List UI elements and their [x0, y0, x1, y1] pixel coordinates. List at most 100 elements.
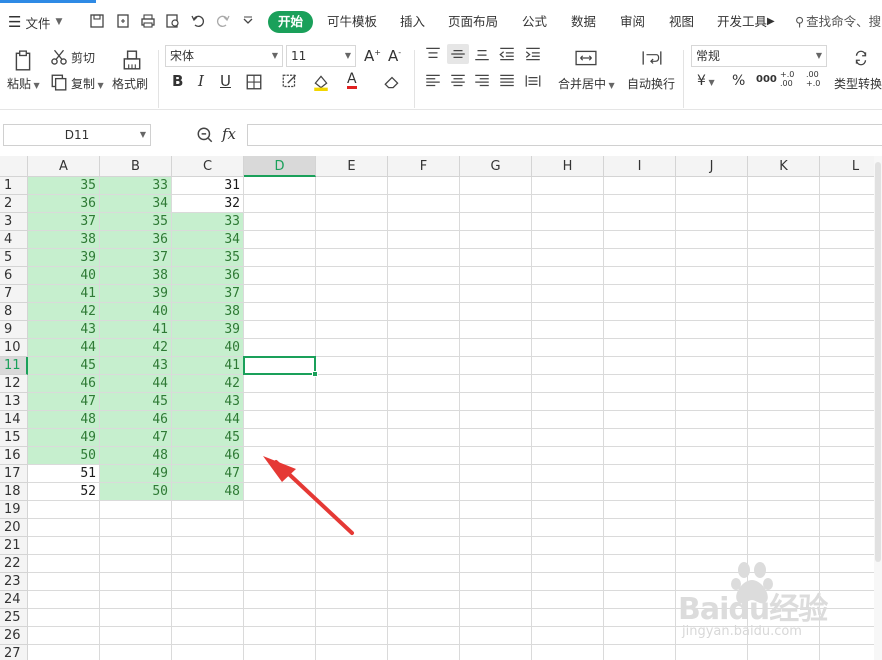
cell-a27[interactable] — [28, 645, 100, 660]
scrollbar-thumb[interactable] — [875, 162, 881, 562]
row-header-10[interactable]: 10 — [0, 339, 28, 357]
cell-f4[interactable] — [388, 231, 460, 249]
cell-d12[interactable] — [244, 375, 316, 393]
cell-h7[interactable] — [532, 285, 604, 303]
cell-a22[interactable] — [28, 555, 100, 573]
cell-l25[interactable] — [820, 609, 882, 627]
cell-i11[interactable] — [604, 357, 676, 375]
column-header-j[interactable]: J — [676, 156, 748, 177]
cell-e14[interactable] — [316, 411, 388, 429]
cell-j11[interactable] — [676, 357, 748, 375]
cell-e8[interactable] — [316, 303, 388, 321]
cell-b26[interactable] — [100, 627, 172, 645]
cell-h16[interactable] — [532, 447, 604, 465]
cell-j3[interactable] — [676, 213, 748, 231]
column-header-b[interactable]: B — [100, 156, 172, 177]
cell-d6[interactable] — [244, 267, 316, 285]
cell-d3[interactable] — [244, 213, 316, 231]
cell-f11[interactable] — [388, 357, 460, 375]
cell-l1[interactable] — [820, 177, 882, 195]
cell-g18[interactable] — [460, 483, 532, 501]
cell-c5[interactable]: 35 — [172, 249, 244, 267]
cell-f1[interactable] — [388, 177, 460, 195]
cell-k23[interactable] — [748, 573, 820, 591]
align-top-icon[interactable] — [424, 45, 442, 63]
cell-d23[interactable] — [244, 573, 316, 591]
distributed-align-icon[interactable] — [524, 72, 542, 90]
cell-b27[interactable] — [100, 645, 172, 660]
cell-b14[interactable]: 46 — [100, 411, 172, 429]
cell-l6[interactable] — [820, 267, 882, 285]
cell-c20[interactable] — [172, 519, 244, 537]
cell-j12[interactable] — [676, 375, 748, 393]
cell-f8[interactable] — [388, 303, 460, 321]
row-header-3[interactable]: 3 — [0, 213, 28, 231]
cell-g20[interactable] — [460, 519, 532, 537]
print-icon[interactable] — [139, 12, 157, 30]
cell-a17[interactable]: 51 — [28, 465, 100, 483]
cell-f26[interactable] — [388, 627, 460, 645]
cell-a19[interactable] — [28, 501, 100, 519]
cell-d5[interactable] — [244, 249, 316, 267]
cell-i22[interactable] — [604, 555, 676, 573]
vertical-scrollbar[interactable] — [874, 156, 882, 660]
cell-c21[interactable] — [172, 537, 244, 555]
cell-h15[interactable] — [532, 429, 604, 447]
cell-b1[interactable]: 33 — [100, 177, 172, 195]
cell-l8[interactable] — [820, 303, 882, 321]
decrease-decimal-icon[interactable]: .00 +.0 — [806, 70, 824, 88]
cell-b16[interactable]: 48 — [100, 447, 172, 465]
cell-h24[interactable] — [532, 591, 604, 609]
cell-e19[interactable] — [316, 501, 388, 519]
cell-c25[interactable] — [172, 609, 244, 627]
cell-d16[interactable] — [244, 447, 316, 465]
cell-g14[interactable] — [460, 411, 532, 429]
cell-d22[interactable] — [244, 555, 316, 573]
cell-a21[interactable] — [28, 537, 100, 555]
row-header-24[interactable]: 24 — [0, 591, 28, 609]
cell-j20[interactable] — [676, 519, 748, 537]
cell-h21[interactable] — [532, 537, 604, 555]
cell-h1[interactable] — [532, 177, 604, 195]
cell-l2[interactable] — [820, 195, 882, 213]
row-header-13[interactable]: 13 — [0, 393, 28, 411]
row-header-25[interactable]: 25 — [0, 609, 28, 627]
cell-i21[interactable] — [604, 537, 676, 555]
merge-center-icon[interactable] — [573, 47, 599, 69]
customize-toolbar-icon[interactable] — [239, 12, 257, 30]
cell-d19[interactable] — [244, 501, 316, 519]
tabs-more-icon[interactable]: ▶ — [767, 11, 775, 33]
cell-a1[interactable]: 35 — [28, 177, 100, 195]
wrap-text-button[interactable]: 自动换行 — [627, 75, 675, 92]
cell-c6[interactable]: 36 — [172, 267, 244, 285]
cell-k5[interactable] — [748, 249, 820, 267]
cell-h22[interactable] — [532, 555, 604, 573]
cell-j22[interactable] — [676, 555, 748, 573]
cell-d1[interactable] — [244, 177, 316, 195]
bold-icon[interactable]: B — [172, 72, 183, 90]
copy-button[interactable]: 复制 ▼ — [71, 75, 104, 92]
cell-h19[interactable] — [532, 501, 604, 519]
cell-c1[interactable]: 31 — [172, 177, 244, 195]
cell-c26[interactable] — [172, 627, 244, 645]
cell-e11[interactable] — [316, 357, 388, 375]
cell-j2[interactable] — [676, 195, 748, 213]
cell-f9[interactable] — [388, 321, 460, 339]
fill-color-icon[interactable] — [310, 73, 332, 91]
cell-a24[interactable] — [28, 591, 100, 609]
cell-b8[interactable]: 40 — [100, 303, 172, 321]
cell-f27[interactable] — [388, 645, 460, 660]
cell-h17[interactable] — [532, 465, 604, 483]
cell-b3[interactable]: 35 — [100, 213, 172, 231]
cell-j15[interactable] — [676, 429, 748, 447]
thousands-format-icon[interactable]: 000 — [756, 74, 777, 85]
cell-b18[interactable]: 50 — [100, 483, 172, 501]
cell-i2[interactable] — [604, 195, 676, 213]
cell-j23[interactable] — [676, 573, 748, 591]
row-header-27[interactable]: 27 — [0, 645, 28, 660]
cell-e13[interactable] — [316, 393, 388, 411]
tab-home[interactable]: 开始 — [268, 11, 314, 33]
cell-f22[interactable] — [388, 555, 460, 573]
cell-a4[interactable]: 38 — [28, 231, 100, 249]
cell-h3[interactable] — [532, 213, 604, 231]
